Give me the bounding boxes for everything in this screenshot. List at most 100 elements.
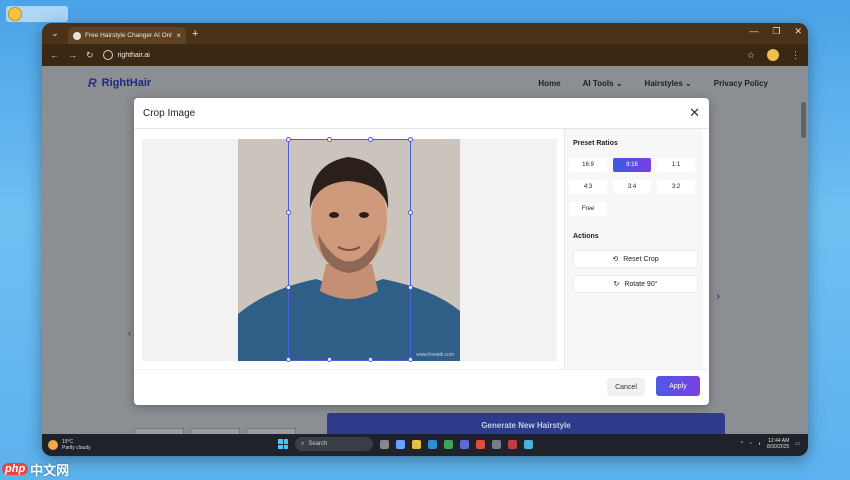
edge-icon[interactable]: [428, 439, 437, 449]
crop-handle[interactable]: [286, 137, 291, 142]
generate-hairstyle-button[interactable]: Generate New Hairstyle: [327, 413, 725, 434]
crop-options-panel: Preset Ratios 16:9 9:16 1:1 4:3 3:4 3:2 …: [564, 129, 703, 369]
copilot-icon[interactable]: [396, 439, 405, 449]
profile-avatar[interactable]: [767, 49, 779, 61]
watermark-badge: php: [2, 463, 29, 475]
back-icon[interactable]: ←: [50, 50, 59, 60]
reset-crop-button[interactable]: ⟲ Reset Crop: [573, 250, 698, 268]
crop-handle[interactable]: [286, 357, 291, 362]
app-icon[interactable]: [524, 439, 533, 449]
close-icon[interactable]: ✕: [689, 105, 700, 121]
address-bar: ← → ↻ righthair.ai ☆ ⋮: [42, 44, 808, 66]
rotate-icon: ↻: [613, 281, 620, 288]
rotate-label: Rotate 90°: [624, 280, 658, 288]
tab-close-icon[interactable]: ×: [176, 31, 181, 40]
browser-tab[interactable]: Free Hairstyle Changer AI Onl... ×: [68, 27, 186, 44]
preset-ratios-heading: Preset Ratios: [573, 140, 618, 147]
tab-favicon-icon: [73, 31, 81, 40]
tray-chevron-icon[interactable]: ^: [741, 441, 743, 447]
tab-strip: ⌄ Free Hairstyle Changer AI Onl... × + —…: [42, 23, 808, 44]
app-icon[interactable]: [460, 439, 469, 449]
watermark-text: 中文网: [30, 462, 70, 478]
crop-handle[interactable]: [408, 357, 413, 362]
chrome-icon[interactable]: [476, 439, 485, 449]
nav-ai-tools[interactable]: AI Tools ⌄: [583, 79, 623, 88]
app-icon[interactable]: [508, 439, 517, 449]
ratio-16-9-button[interactable]: 16:9: [569, 158, 607, 172]
crop-handle[interactable]: [286, 285, 291, 290]
url-field[interactable]: righthair.ai: [102, 48, 150, 63]
reload-icon[interactable]: ↻: [86, 50, 94, 61]
site-header: R RightHair Home AI Tools ⌄ Hairstyles ⌄…: [42, 66, 808, 100]
minimize-icon[interactable]: —: [749, 26, 758, 37]
app-face-icon: [8, 7, 22, 21]
close-window-icon[interactable]: ✕: [794, 26, 802, 37]
ratio-4-3-button[interactable]: 4:3: [569, 180, 607, 194]
web-page: R RightHair Home AI Tools ⌄ Hairstyles ⌄…: [42, 66, 808, 434]
carousel-right-arrow-icon[interactable]: ›: [717, 291, 720, 302]
file-explorer-icon[interactable]: [412, 439, 421, 449]
chevron-down-icon: ⌄: [685, 78, 692, 88]
reset-icon: ⟲: [612, 256, 619, 263]
windows-start-icon[interactable]: [278, 439, 288, 449]
crop-handle[interactable]: [286, 210, 291, 215]
modal-title: Crop Image: [143, 107, 196, 119]
crop-image-modal: Crop Image ✕ www.freepik.com Preset Rati…: [134, 98, 709, 405]
nav-home[interactable]: Home: [538, 79, 560, 88]
weather-widget[interactable]: 19°C Partly cloudy: [48, 439, 91, 451]
nav-ai-tools-label: AI Tools: [582, 78, 614, 88]
crop-handle[interactable]: [327, 137, 332, 142]
site-watermark: php 中文网: [0, 458, 69, 480]
url-text: righthair.ai: [117, 51, 150, 59]
crop-handle[interactable]: [368, 357, 373, 362]
ratio-9-16-button[interactable]: 9:16: [613, 158, 651, 172]
taskbar-clock[interactable]: 12:44 AM 8/30/2025: [767, 438, 789, 450]
photo-watermark: www.freepik.com: [416, 352, 454, 358]
ratio-3-4-button[interactable]: 3:4: [613, 180, 651, 194]
search-placeholder: Search: [308, 441, 328, 447]
crop-handle[interactable]: [408, 137, 413, 142]
app-icon[interactable]: [492, 439, 501, 449]
nav-hairstyles-label: Hairstyles: [644, 78, 683, 88]
crop-handle[interactable]: [368, 137, 373, 142]
desktop-app-badge[interactable]: [6, 6, 68, 22]
crop-canvas[interactable]: www.freepik.com: [142, 137, 557, 362]
browser-window: ⌄ Free Hairstyle Changer AI Onl... × + —…: [42, 23, 808, 456]
page-scrollbar[interactable]: [801, 102, 806, 138]
ratio-3-2-button[interactable]: 3:2: [657, 180, 695, 194]
maximize-icon[interactable]: ❐: [772, 26, 780, 37]
crop-handle[interactable]: [327, 357, 332, 362]
new-tab-icon[interactable]: +: [192, 28, 198, 40]
nav-privacy-policy[interactable]: Privacy Policy: [714, 79, 768, 88]
windows-taskbar: 19°C Partly cloudy ⌕ Search ^ ◔ ◖ 12:44 …: [42, 434, 808, 456]
notification-icon[interactable]: ▭: [795, 441, 800, 447]
browser-menu-icon[interactable]: ⋮: [791, 50, 800, 61]
tab-search-icon[interactable]: ⌄: [48, 27, 62, 41]
ratio-1-1-button[interactable]: 1:1: [657, 158, 695, 172]
volume-icon[interactable]: ◖: [758, 441, 761, 447]
task-view-icon[interactable]: [380, 439, 389, 449]
store-icon[interactable]: [444, 439, 453, 449]
site-logo[interactable]: R RightHair: [88, 76, 151, 90]
wifi-icon[interactable]: ◔: [749, 441, 752, 447]
cancel-button[interactable]: Cancel: [607, 378, 645, 396]
search-icon: ⌕: [301, 440, 305, 447]
chevron-down-icon: ⌄: [615, 78, 623, 88]
clock-date: 8/30/2025: [767, 444, 790, 450]
bookmark-star-icon[interactable]: ☆: [747, 50, 755, 61]
logo-name: RightHair: [101, 77, 152, 89]
crop-handle[interactable]: [408, 210, 413, 215]
logo-mark-icon: R: [88, 76, 97, 90]
actions-heading: Actions: [573, 233, 599, 240]
taskbar-search[interactable]: ⌕ Search: [295, 437, 373, 451]
crop-selection-box[interactable]: [286, 137, 413, 362]
rotate-button[interactable]: ↻ Rotate 90°: [573, 275, 698, 293]
weather-desc: Partly cloudy: [62, 445, 91, 451]
nav-hairstyles[interactable]: Hairstyles ⌄: [645, 79, 692, 88]
crop-handle[interactable]: [408, 285, 413, 290]
forward-icon[interactable]: →: [68, 50, 77, 60]
site-info-icon[interactable]: [102, 50, 113, 60]
apply-button[interactable]: Apply: [656, 376, 700, 396]
carousel-left-arrow-icon[interactable]: ‹: [128, 328, 131, 338]
ratio-free-button[interactable]: Free: [569, 202, 607, 216]
